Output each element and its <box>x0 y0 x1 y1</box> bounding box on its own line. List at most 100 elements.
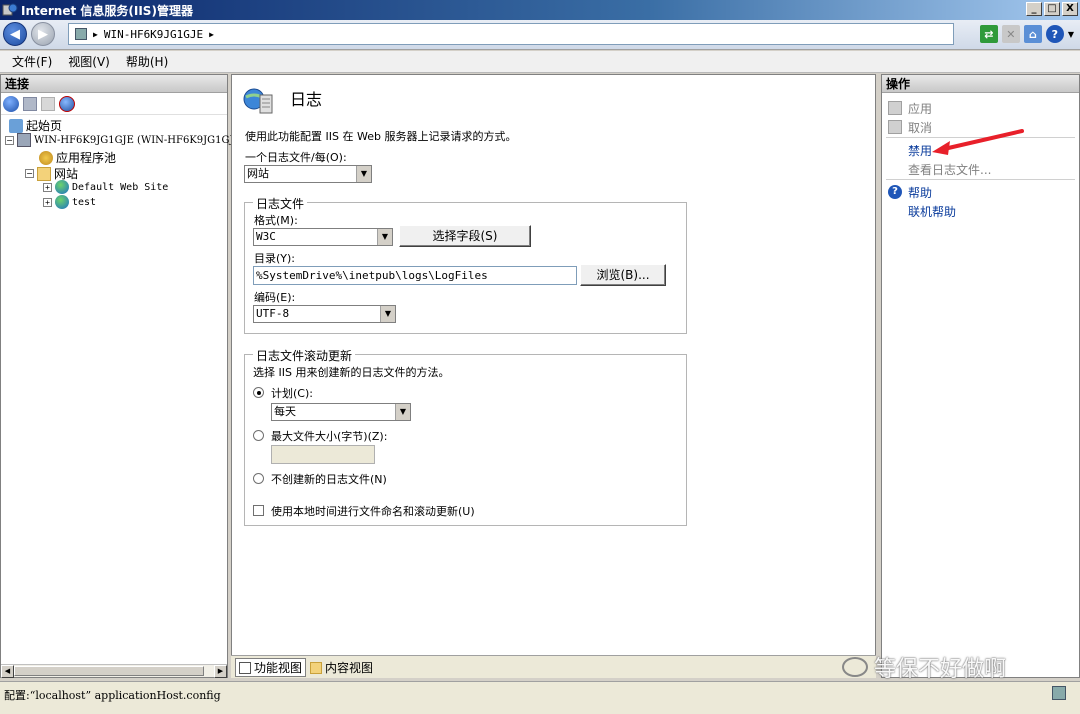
logfile-group-label: 日志文件 <box>253 195 308 212</box>
action-help[interactable]: 帮助 <box>908 184 932 201</box>
app-pool-icon <box>39 150 53 165</box>
logging-panel: 日志 使用此功能配置 IIS 在 Web 服务器上记录请求的方式。 一个日志文件… <box>231 74 876 678</box>
up-icon[interactable] <box>41 96 55 111</box>
status-bar: 配置:“localhost” applicationHost.config <box>0 681 1080 714</box>
maxsize-radio[interactable] <box>253 430 264 441</box>
menu-file[interactable]: 文件(F) <box>12 53 52 70</box>
tree-item-test[interactable]: + test <box>43 195 96 209</box>
per-log-select[interactable]: 网站 ▼ <box>244 165 372 183</box>
menu-bar: 文件(F) 视图(V) 帮助(H) <box>0 51 1080 73</box>
refresh-icon[interactable]: ⇄ <box>979 25 998 43</box>
connections-hscrollbar[interactable]: ◀ ▶ <box>1 664 227 678</box>
title-bar: Internet 信息服务(IIS)管理器 <box>0 0 1080 20</box>
iis-app-icon <box>2 2 18 18</box>
close-button[interactable]: X <box>1062 2 1078 16</box>
dropdown-arrow-icon[interactable]: ▼ <box>356 166 371 182</box>
logfile-groupbox: 日志文件 格式(M): W3C ▼ 选择字段(S) 目录(Y): %System… <box>244 195 687 334</box>
help-icon[interactable]: ? <box>1045 25 1064 43</box>
expand-icon[interactable]: + <box>43 182 52 192</box>
rollover-group-label: 日志文件滚动更新 <box>253 347 356 364</box>
tree-item-app-pools[interactable]: 应用程序池 <box>39 149 116 166</box>
tree-item-default-web-site[interactable]: + Default Web Site <box>43 180 168 194</box>
help-dropdown-icon[interactable]: ▼ <box>1068 30 1074 39</box>
maxsize-input[interactable] <box>271 445 375 464</box>
connections-toolbar <box>1 93 227 115</box>
server-icon <box>75 28 87 40</box>
breadcrumb-separator-icon: ▶ <box>93 29 98 39</box>
collapse-icon[interactable]: − <box>25 169 34 178</box>
local-time-checkbox[interactable] <box>253 505 264 516</box>
scroll-right-icon[interactable]: ▶ <box>214 665 227 678</box>
forward-button[interactable]: ▶ <box>31 22 55 46</box>
logging-feature-icon <box>242 85 274 117</box>
minimize-button[interactable]: _ <box>1026 2 1042 16</box>
back-button[interactable]: ◀ <box>3 22 27 46</box>
rollover-groupbox: 日志文件滚动更新 选择 IIS 用来创建新的日志文件的方法。 计划(C): 每天… <box>244 347 687 526</box>
save-icon[interactable] <box>23 96 37 111</box>
toolbar-icons: ⇄ ✕ ⌂ ? ▼ <box>979 25 1074 43</box>
schedule-radio[interactable] <box>253 387 264 398</box>
content-view-icon <box>310 661 322 674</box>
status-server-icon <box>1052 686 1066 700</box>
collapse-icon[interactable]: − <box>5 135 14 145</box>
window-title: Internet 信息服务(IIS)管理器 <box>21 3 193 18</box>
status-text: 配置:“localhost” applicationHost.config <box>4 689 221 702</box>
format-select[interactable]: W3C ▼ <box>253 228 393 246</box>
tab-content-view[interactable]: 内容视图 <box>307 658 376 677</box>
server-node-icon <box>17 133 31 147</box>
no-create-radio[interactable] <box>253 473 264 484</box>
directory-input[interactable]: %SystemDrive%\inetpub\logs\LogFiles <box>253 266 577 285</box>
directory-label: 目录(Y): <box>254 252 296 265</box>
tree-item-server[interactable]: − WIN-HF6K9JG1GJE (WIN-HF6K9JG1GJE\ <box>5 133 244 147</box>
start-page-icon <box>9 118 23 133</box>
features-view-icon <box>239 661 251 674</box>
dropdown-arrow-icon[interactable]: ▼ <box>395 404 410 420</box>
menu-help[interactable]: 帮助(H) <box>126 53 168 70</box>
window-controls: _ □ X <box>1026 2 1078 16</box>
connect-icon[interactable] <box>3 95 19 112</box>
apply-icon <box>888 101 902 115</box>
connections-header: 连接 <box>1 75 227 93</box>
browse-button[interactable]: 浏览(B)... <box>580 264 666 286</box>
sites-folder-icon <box>37 166 51 181</box>
schedule-label: 计划(C): <box>271 387 313 400</box>
scroll-track[interactable] <box>14 665 214 677</box>
breadcrumb-separator-icon: ▶ <box>209 29 214 39</box>
per-log-label: 一个日志文件/每(O): <box>245 151 347 164</box>
help-icon: ? <box>888 185 902 199</box>
action-online-help[interactable]: 联机帮助 <box>908 203 956 220</box>
no-create-label: 不创建新的日志文件(N) <box>271 473 387 486</box>
wechat-icon <box>842 657 868 677</box>
rollover-description: 选择 IIS 用来创建新的日志文件的方法。 <box>253 366 450 379</box>
page-title: 日志 <box>290 90 323 109</box>
disconnect-icon[interactable] <box>59 95 75 112</box>
annotation-arrow-icon <box>932 129 1024 155</box>
encoding-select[interactable]: UTF-8 ▼ <box>253 305 396 323</box>
home-icon[interactable]: ⌂ <box>1023 25 1042 43</box>
select-fields-button[interactable]: 选择字段(S) <box>399 225 531 247</box>
address-bar: ◀ ▶ ▶ WIN-HF6K9JG1GJE ▶ ⇄ ✕ ⌂ ? ▼ <box>0 20 1080 50</box>
dropdown-arrow-icon[interactable]: ▼ <box>377 229 392 245</box>
breadcrumb-server[interactable]: WIN-HF6K9JG1GJE <box>104 28 203 41</box>
action-apply[interactable]: 应用 <box>908 100 932 117</box>
local-time-label: 使用本地时间进行文件命名和滚动更新(U) <box>271 505 475 518</box>
tab-features-view[interactable]: 功能视图 <box>235 658 307 677</box>
schedule-select[interactable]: 每天 ▼ <box>271 403 411 421</box>
cancel-icon <box>888 120 902 134</box>
tree-item-start-page[interactable]: 起始页 <box>9 117 62 134</box>
stop-icon[interactable]: ✕ <box>1001 25 1020 43</box>
format-label: 格式(M): <box>254 214 298 227</box>
action-view-logs[interactable]: 查看日志文件... <box>908 161 991 178</box>
scroll-thumb[interactable] <box>14 666 204 676</box>
expand-icon[interactable]: + <box>43 197 52 207</box>
scroll-left-icon[interactable]: ◀ <box>1 665 14 678</box>
page-description: 使用此功能配置 IIS 在 Web 服务器上记录请求的方式。 <box>245 130 517 143</box>
maxsize-label: 最大文件大小(字节)(Z): <box>271 430 388 443</box>
encoding-label: 编码(E): <box>254 291 296 304</box>
menu-view[interactable]: 视图(V) <box>68 53 110 70</box>
connections-panel: 连接 起始页 − WIN-HF6K9JG1GJE (WIN-HF6K9JG1GJ… <box>0 74 244 678</box>
address-box[interactable]: ▶ WIN-HF6K9JG1GJE ▶ <box>68 23 954 45</box>
maximize-button[interactable]: □ <box>1044 2 1060 16</box>
dropdown-arrow-icon[interactable]: ▼ <box>380 306 395 322</box>
view-switcher: 功能视图 内容视图 <box>231 655 876 678</box>
